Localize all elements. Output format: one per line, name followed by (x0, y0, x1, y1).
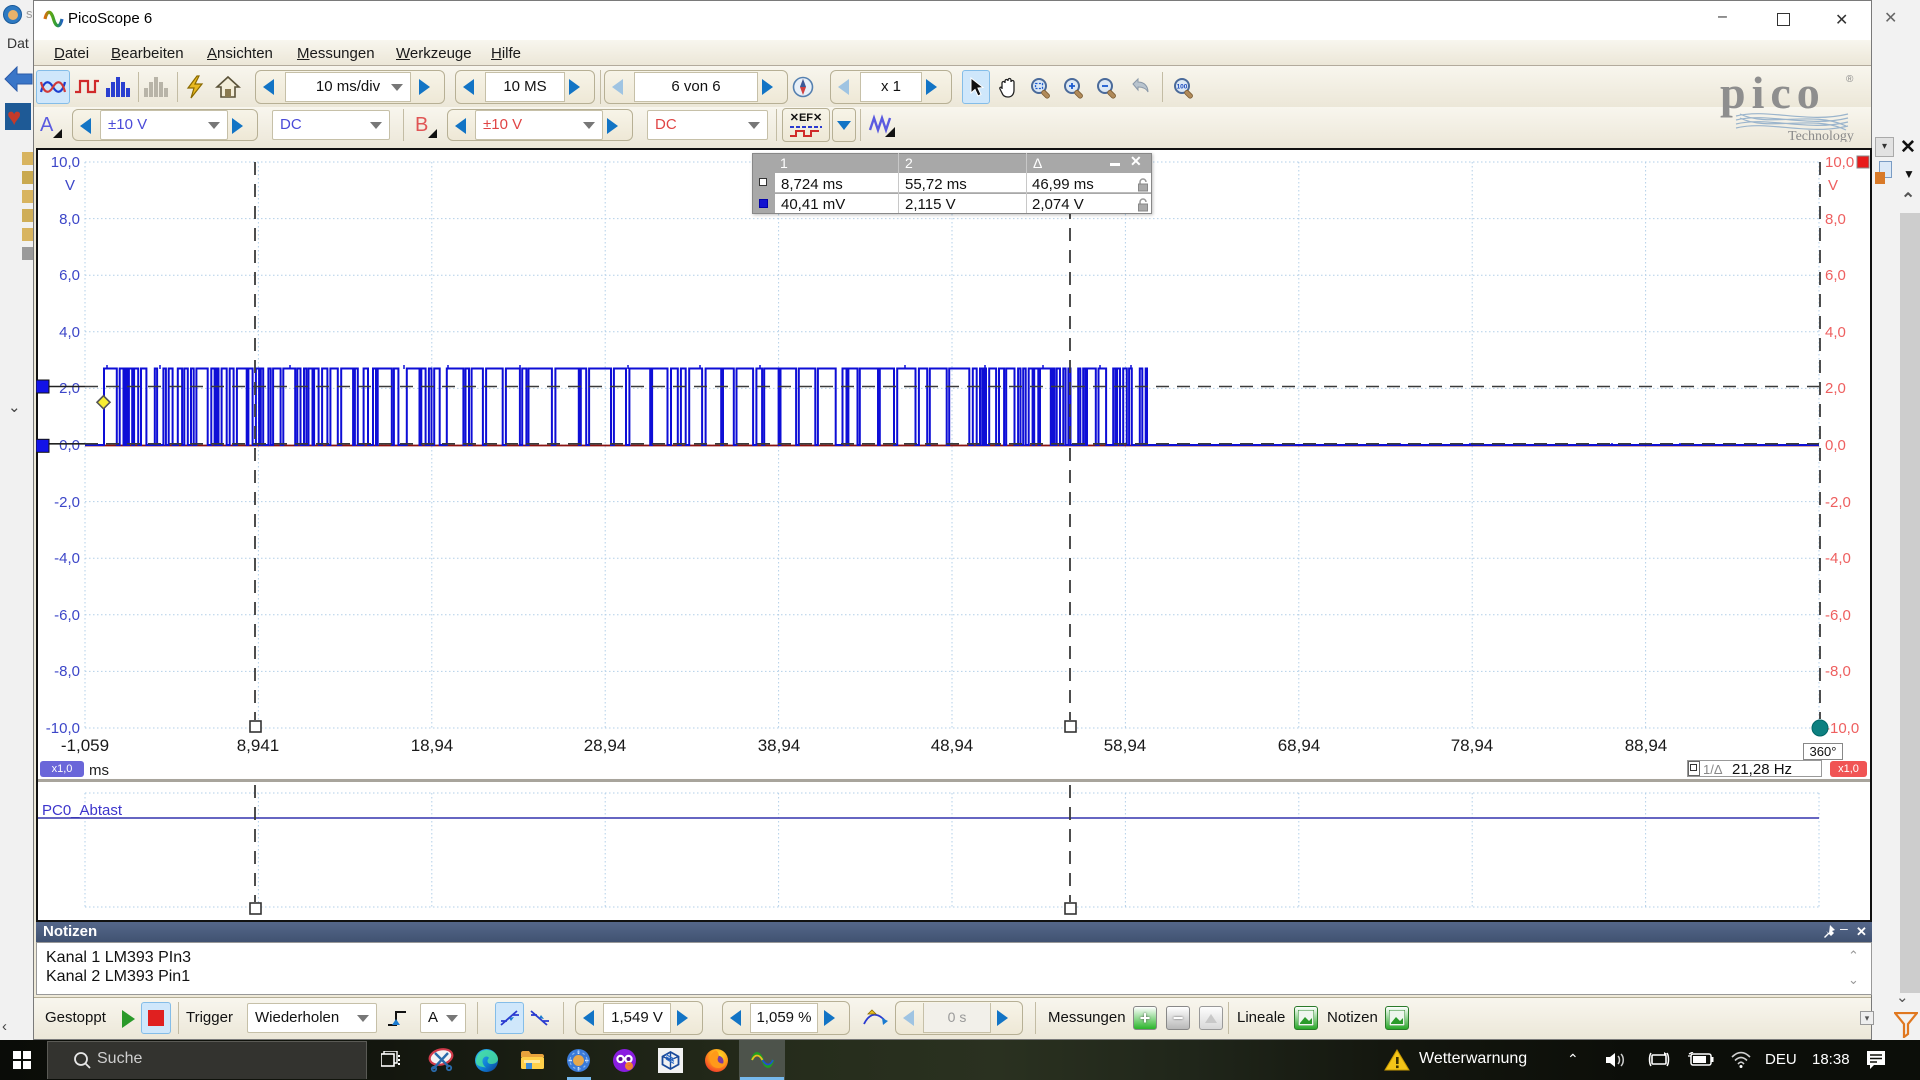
svg-text:Technology: Technology (1788, 129, 1854, 142)
svg-text:-10,0: -10,0 (1825, 720, 1859, 737)
svg-text:2,0: 2,0 (1825, 380, 1846, 397)
svg-text:-8,0: -8,0 (54, 663, 80, 680)
svg-text:88,94: 88,94 (1625, 736, 1668, 755)
svg-text:4,0: 4,0 (59, 324, 80, 341)
svg-text:8,0: 8,0 (59, 211, 80, 228)
svg-text:-10,0: -10,0 (46, 720, 80, 737)
svg-text:8,941: 8,941 (237, 736, 280, 755)
svg-text:-6,0: -6,0 (1825, 607, 1851, 624)
svg-text:4,0: 4,0 (1825, 324, 1846, 341)
svg-text:78,94: 78,94 (1451, 736, 1494, 755)
svg-text:8,0: 8,0 (1825, 211, 1846, 228)
svg-text:10,0: 10,0 (1825, 154, 1854, 171)
svg-text:-4,0: -4,0 (54, 550, 80, 567)
svg-text:-2,0: -2,0 (1825, 494, 1851, 511)
svg-text:6,0: 6,0 (59, 267, 80, 284)
svg-text:-8,0: -8,0 (1825, 663, 1851, 680)
svg-text:28,94: 28,94 (584, 736, 627, 755)
svg-text:pico: pico (1720, 70, 1826, 118)
svg-text:68,94: 68,94 (1278, 736, 1321, 755)
svg-text:✕EF✕: ✕EF✕ (790, 112, 823, 124)
svg-text:-1,059: -1,059 (61, 736, 109, 755)
svg-text:V: V (1828, 177, 1838, 194)
svg-text:18,94: 18,94 (411, 736, 454, 755)
svg-text:-4,0: -4,0 (1825, 550, 1851, 567)
svg-text:0,0: 0,0 (1825, 437, 1846, 454)
svg-text:PC0_Abtast: PC0_Abtast (42, 802, 123, 819)
svg-text:100: 100 (1177, 84, 1188, 91)
svg-text:0,0: 0,0 (59, 437, 80, 454)
svg-text:6,0: 6,0 (1825, 267, 1846, 284)
svg-text:58,94: 58,94 (1104, 736, 1147, 755)
svg-text:V: V (65, 177, 75, 194)
svg-text:10,0: 10,0 (51, 154, 80, 171)
svg-text:®: ® (1846, 74, 1854, 85)
svg-text:38,94: 38,94 (758, 736, 801, 755)
svg-text:-6,0: -6,0 (54, 607, 80, 624)
svg-text:2,0: 2,0 (59, 380, 80, 397)
svg-text:-2,0: -2,0 (54, 494, 80, 511)
svg-text:48,94: 48,94 (931, 736, 974, 755)
